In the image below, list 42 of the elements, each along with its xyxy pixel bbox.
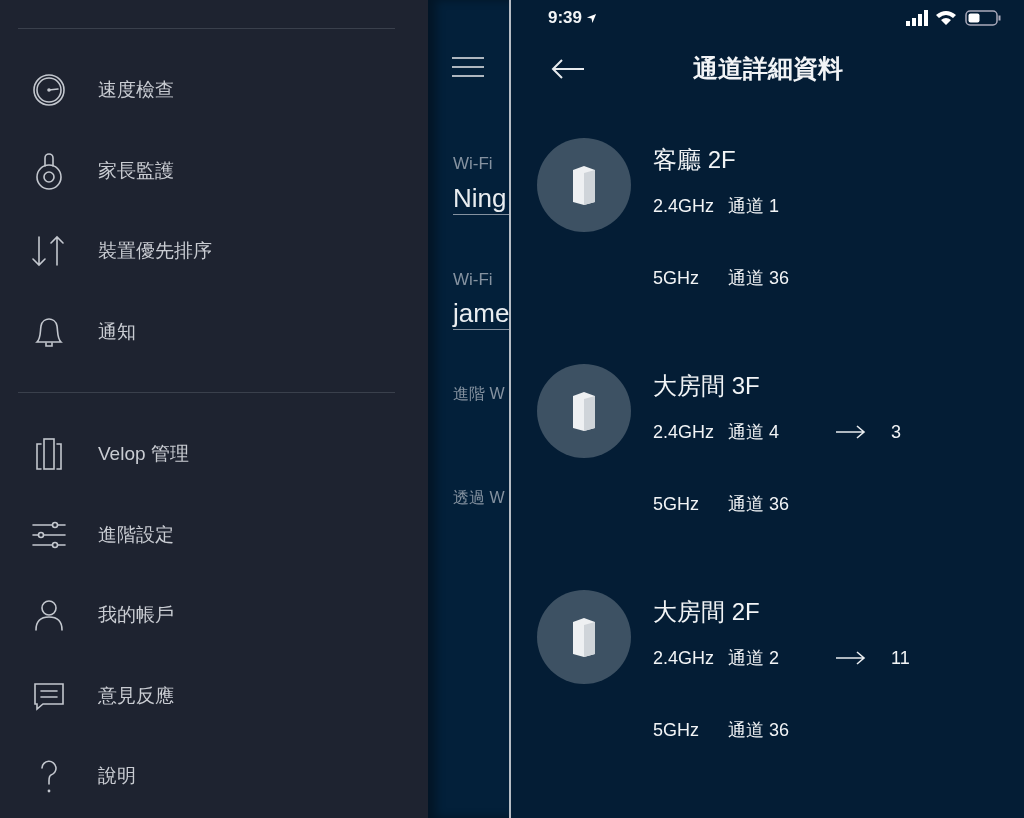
field-value: jame (453, 298, 509, 330)
menu-item[interactable]: 我的帳戶 (98, 601, 174, 630)
channel-value: 通道 36 (728, 492, 791, 516)
new-channel-value: 11 (891, 646, 910, 670)
settings-link[interactable]: 透過 W (453, 486, 509, 511)
new-channel-value: 3 (891, 420, 901, 444)
menu-item[interactable]: 通知 (98, 317, 136, 346)
channel-value: 通道 2 (728, 646, 780, 670)
status-time: 9:39 (548, 7, 583, 30)
menu-item[interactable]: 速度檢查 (98, 76, 174, 105)
menu-icon[interactable] (451, 56, 485, 78)
band-label: 2.4GHz (653, 646, 716, 670)
field-label: Wi-Fi (453, 268, 494, 291)
channel-value: 通道 4 (728, 420, 780, 444)
menu-item[interactable]: 意見反應 (98, 681, 174, 710)
node-name: 大房間 2F (653, 600, 761, 627)
band-label: 5GHz (653, 718, 700, 742)
settings-link[interactable]: 進階 W (453, 382, 509, 407)
channel-value: 通道 36 (728, 266, 791, 290)
menu-item[interactable]: 說明 (98, 762, 136, 791)
router-icon (571, 390, 597, 432)
menu-item[interactable]: Velop 管理 (98, 440, 189, 469)
band-label: 5GHz (653, 266, 700, 290)
arrow-icon (836, 425, 866, 439)
screen-title: 通道詳細資料 (691, 53, 844, 85)
router-icon (571, 164, 597, 206)
field-label: Wi-Fi (453, 153, 494, 175)
menu-item[interactable]: 裝置優先排序 (98, 237, 212, 266)
node-name: 客廳 2F (653, 148, 737, 175)
location-arrow-icon (586, 12, 598, 24)
band-label: 2.4GHz (653, 194, 716, 218)
menu-item[interactable]: 進階設定 (98, 520, 174, 549)
channel-value: 通道 1 (728, 194, 780, 218)
channel-value: 通道 36 (728, 718, 791, 742)
band-label: 2.4GHz (653, 420, 716, 444)
node-name: 大房間 3F (653, 374, 761, 401)
router-icon (571, 616, 597, 658)
arrow-icon (836, 651, 866, 665)
band-label: 5GHz (653, 492, 700, 516)
back-arrow-icon[interactable] (551, 59, 585, 79)
field-value: Ning (453, 182, 508, 214)
menu-item[interactable]: 家長監護 (98, 156, 174, 185)
